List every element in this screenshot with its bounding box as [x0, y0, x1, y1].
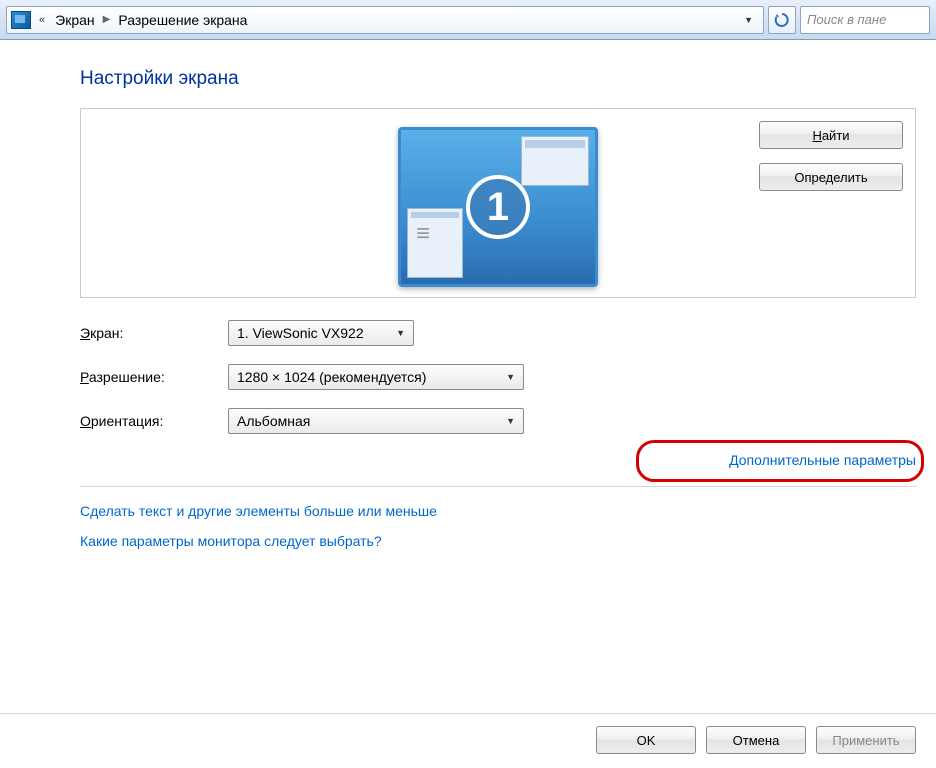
search-placeholder: Поиск в пане: [807, 12, 886, 27]
chevron-down-icon: ▼: [506, 372, 515, 382]
breadcrumb-separator-icon: ▶: [101, 14, 113, 25]
dialog-button-bar: OK Отмена Применить: [0, 713, 936, 754]
find-button[interactable]: Найти: [759, 121, 903, 149]
resolution-row: Разрешение: 1280 × 1024 (рекомендуется) …: [80, 364, 916, 390]
monitor-number-badge: 1: [466, 175, 530, 239]
resolution-select-value: 1280 × 1024 (рекомендуется): [237, 369, 426, 385]
breadcrumb-dropdown-icon[interactable]: ▼: [738, 15, 759, 25]
preview-window-icon: [521, 136, 589, 186]
advanced-settings-link[interactable]: Дополнительные параметры: [729, 452, 916, 468]
chevron-down-icon: ▼: [506, 416, 515, 426]
resolution-label: Разрешение:: [80, 369, 228, 385]
orientation-select-value: Альбомная: [237, 413, 310, 429]
resolution-select[interactable]: 1280 × 1024 (рекомендуется) ▼: [228, 364, 524, 390]
history-chevron-icon[interactable]: «: [35, 14, 49, 26]
breadcrumb-display[interactable]: Экран: [49, 12, 101, 28]
advanced-link-row: Дополнительные параметры: [80, 452, 916, 468]
address-bar: « Экран ▶ Разрешение экрана ▼ Поиск в па…: [0, 0, 936, 40]
breadcrumb-resolution[interactable]: Разрешение экрана: [112, 12, 253, 28]
search-input[interactable]: Поиск в пане: [800, 6, 930, 34]
refresh-button[interactable]: [768, 6, 796, 34]
identify-button[interactable]: Определить: [759, 163, 903, 191]
which-settings-link[interactable]: Какие параметры монитора следует выбрать…: [80, 533, 916, 549]
orientation-row: Ориентация: Альбомная ▼: [80, 408, 916, 434]
refresh-icon: [774, 12, 790, 28]
display-row: Экран: 1. ViewSonic VX922 ▼: [80, 320, 916, 346]
display-preview-panel: 1 Найти Определить: [80, 108, 916, 298]
display-select-value: 1. ViewSonic VX922: [237, 325, 364, 341]
breadcrumb[interactable]: « Экран ▶ Разрешение экрана ▼: [6, 6, 764, 34]
help-links: Сделать текст и другие элементы больше и…: [80, 503, 916, 549]
apply-button[interactable]: Применить: [816, 726, 916, 754]
orientation-label: Ориентация:: [80, 413, 228, 429]
display-label: Экран:: [80, 325, 228, 341]
orientation-select[interactable]: Альбомная ▼: [228, 408, 524, 434]
page-title: Настройки экрана: [80, 68, 916, 90]
monitor-preview[interactable]: 1: [398, 127, 598, 287]
display-select[interactable]: 1. ViewSonic VX922 ▼: [228, 320, 414, 346]
panel-buttons: Найти Определить: [759, 121, 903, 191]
text-size-link[interactable]: Сделать текст и другие элементы больше и…: [80, 503, 916, 519]
control-panel-icon: [11, 11, 31, 29]
chevron-down-icon: ▼: [396, 328, 405, 338]
ok-button[interactable]: OK: [596, 726, 696, 754]
content-area: Настройки экрана 1 Найти Определить Экра…: [0, 40, 936, 549]
preview-window-icon: [407, 208, 463, 278]
divider: [80, 486, 916, 487]
cancel-button[interactable]: Отмена: [706, 726, 806, 754]
